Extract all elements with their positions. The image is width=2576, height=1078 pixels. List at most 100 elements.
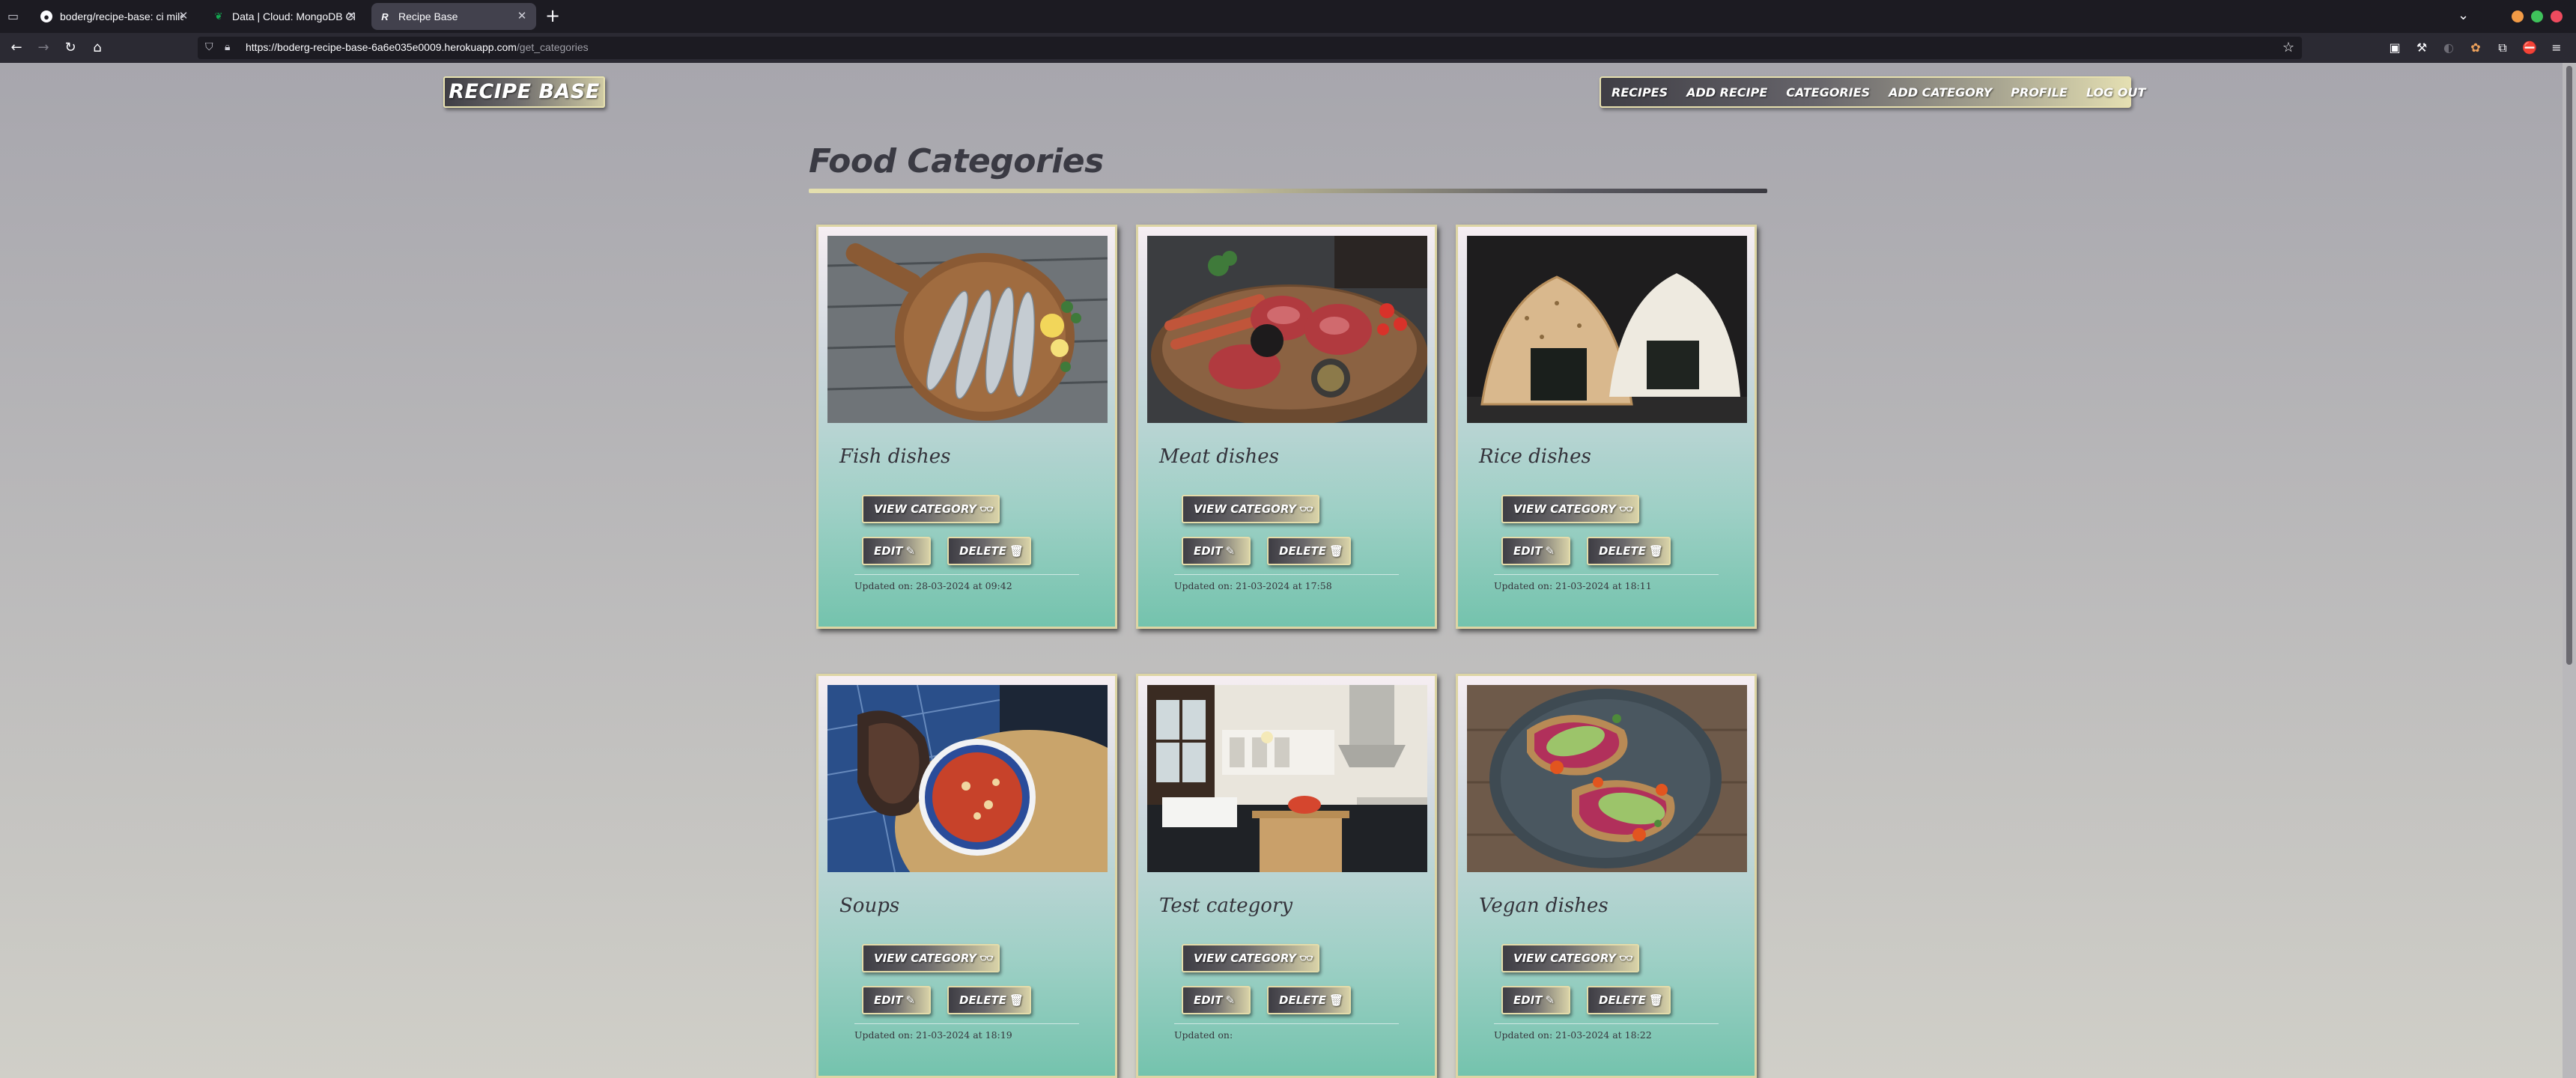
category-card: Rice dishes VIEW CATEGORY 👓︎ EDIT ✎ DELETE… bbox=[1456, 225, 1757, 629]
page-scrollbar[interactable] bbox=[2563, 63, 2576, 1078]
button-label: EDIT bbox=[1513, 544, 1543, 558]
edit-button[interactable]: EDIT ✎ bbox=[1182, 986, 1251, 1014]
maximize-icon[interactable] bbox=[2531, 10, 2543, 22]
button-label: EDIT bbox=[874, 544, 903, 558]
glasses-icon: 👓︎ bbox=[979, 502, 994, 516]
screenshot-icon[interactable]: ▣ bbox=[2386, 39, 2404, 57]
delete-button[interactable]: DELETE 🗑︎ bbox=[947, 986, 1031, 1014]
soup-photo bbox=[827, 685, 1108, 872]
edit-icon: ✎ bbox=[1545, 993, 1555, 1007]
button-label: VIEW CATEGORY bbox=[1194, 502, 1296, 516]
extensions-puzzle-icon[interactable]: ⧉ bbox=[2494, 39, 2512, 57]
edit-icon: ✎ bbox=[1225, 993, 1236, 1007]
url-text: https://boderg-recipe-base-6a6e035e0009.… bbox=[246, 41, 589, 53]
main-menu: RECIPES ADD RECIPE CATEGORIES ADD CATEGO… bbox=[1600, 76, 2145, 108]
back-icon[interactable]: ← bbox=[7, 39, 25, 57]
edit-icon: ✎ bbox=[1225, 544, 1236, 558]
meat-photo bbox=[1147, 236, 1427, 423]
rice-photo bbox=[1467, 236, 1747, 423]
category-card: Vegan dishes VIEW CATEGORY 👓︎ EDIT ✎ DELET… bbox=[1456, 674, 1757, 1078]
tab-recipe-base[interactable]: R Recipe Base ✕ bbox=[371, 3, 536, 30]
updated-date: Updated on: 21-03-2024 at 18:19 bbox=[854, 1029, 1012, 1041]
new-tab-icon[interactable]: + bbox=[544, 7, 562, 25]
edit-icon: ✎ bbox=[905, 544, 916, 558]
glasses-icon: 👓︎ bbox=[1618, 951, 1634, 965]
category-name: Vegan dishes bbox=[1479, 895, 1609, 917]
updated-date: Updated on: 21-03-2024 at 18:11 bbox=[1494, 580, 1652, 591]
updated-date: Updated on: 28-03-2024 at 09:42 bbox=[854, 580, 1012, 591]
lock-icon[interactable]: 🔒︎ bbox=[225, 41, 230, 53]
tab-github[interactable]: ● boderg/recipe-base: ci mile ✕ bbox=[33, 3, 198, 30]
button-label: VIEW CATEGORY bbox=[1513, 502, 1616, 516]
trash-icon: 🗑︎ bbox=[1328, 993, 1344, 1007]
edit-button[interactable]: EDIT ✎ bbox=[862, 537, 931, 565]
view-category-button[interactable]: VIEW CATEGORY 👓︎ bbox=[1182, 944, 1319, 972]
category-name: Soups bbox=[839, 895, 900, 917]
fish-photo bbox=[827, 236, 1108, 423]
site-logo[interactable]: RECIPE BASE bbox=[443, 76, 605, 108]
view-category-button[interactable]: VIEW CATEGORY 👓︎ bbox=[1501, 944, 1639, 972]
tab-title: boderg/recipe-base: ci mile bbox=[60, 10, 183, 22]
card-divider bbox=[854, 1023, 1079, 1024]
browser-nav-bar: ← → ↻ ⌂ ⛉ 🔒︎ https://boderg-recipe-base-… bbox=[0, 33, 2576, 63]
card-divider bbox=[1494, 574, 1719, 575]
menu-item-add-recipe[interactable]: ADD RECIPE bbox=[1686, 85, 1767, 100]
url-bar[interactable]: ⛉ 🔒︎ https://boderg-recipe-base-6a6e035e… bbox=[198, 37, 2302, 59]
title-underline bbox=[809, 189, 1767, 193]
button-label: EDIT bbox=[1194, 993, 1223, 1007]
adblock-icon[interactable]: ⛔ bbox=[2521, 39, 2539, 57]
menu-item-log-out[interactable]: LOG OUT bbox=[2086, 85, 2145, 100]
delete-button[interactable]: DELETE 🗑︎ bbox=[1267, 986, 1351, 1014]
bookmark-star-icon[interactable]: ☆ bbox=[2282, 40, 2294, 55]
close-window-icon[interactable] bbox=[2551, 10, 2563, 22]
menu-item-profile[interactable]: PROFILE bbox=[2011, 85, 2068, 100]
edit-button[interactable]: EDIT ✎ bbox=[862, 986, 931, 1014]
edit-button[interactable]: EDIT ✎ bbox=[1501, 537, 1570, 565]
menu-item-categories[interactable]: CATEGORIES bbox=[1786, 85, 1870, 100]
shield-icon[interactable]: ⛉ bbox=[205, 41, 213, 53]
card-divider bbox=[1174, 574, 1399, 575]
trash-icon: 🗑︎ bbox=[1009, 544, 1024, 558]
tools-wrench-icon[interactable]: ⚒ bbox=[2413, 39, 2431, 57]
delete-button[interactable]: DELETE 🗑︎ bbox=[947, 537, 1031, 565]
close-icon[interactable]: ✕ bbox=[344, 10, 358, 23]
category-name: Test category bbox=[1159, 895, 1293, 917]
card-divider bbox=[1174, 1023, 1399, 1024]
delete-button[interactable]: DELETE 🗑︎ bbox=[1587, 986, 1671, 1014]
button-label: VIEW CATEGORY bbox=[874, 502, 976, 516]
view-category-button[interactable]: VIEW CATEGORY 👓︎ bbox=[1501, 495, 1639, 523]
delete-button[interactable]: DELETE 🗑︎ bbox=[1267, 537, 1351, 565]
tab-mongodb[interactable]: ❦ Data | Cloud: MongoDB Clo ✕ bbox=[205, 3, 365, 30]
close-icon[interactable]: ✕ bbox=[177, 10, 190, 23]
edit-button[interactable]: EDIT ✎ bbox=[1182, 537, 1251, 565]
button-label: DELETE bbox=[1279, 544, 1326, 558]
reload-icon[interactable]: ↻ bbox=[61, 39, 79, 57]
menu-item-add-category[interactable]: ADD CATEGORY bbox=[1889, 85, 1992, 100]
button-label: EDIT bbox=[1194, 544, 1223, 558]
scrollbar-thumb[interactable] bbox=[2566, 66, 2572, 665]
home-icon[interactable]: ⌂ bbox=[88, 39, 106, 57]
github-icon: ● bbox=[40, 10, 52, 22]
edit-icon: ✎ bbox=[905, 993, 916, 1007]
minimize-icon[interactable] bbox=[2512, 10, 2524, 22]
edit-button[interactable]: EDIT ✎ bbox=[1501, 986, 1570, 1014]
view-category-button[interactable]: VIEW CATEGORY 👓︎ bbox=[862, 944, 1000, 972]
glasses-icon: 👓︎ bbox=[979, 951, 994, 965]
card-divider bbox=[854, 574, 1079, 575]
web-page: RECIPE BASE RECIPES ADD RECIPE CATEGORIE… bbox=[0, 63, 2563, 1078]
forward-icon[interactable]: → bbox=[34, 39, 52, 57]
button-label: DELETE bbox=[959, 544, 1006, 558]
trash-icon: 🗑︎ bbox=[1648, 993, 1664, 1007]
view-category-button[interactable]: VIEW CATEGORY 👓︎ bbox=[1182, 495, 1319, 523]
extension-color-icon[interactable]: ✿ bbox=[2467, 39, 2485, 57]
close-icon[interactable]: ✕ bbox=[515, 10, 529, 23]
button-label: VIEW CATEGORY bbox=[1194, 951, 1296, 965]
delete-button[interactable]: DELETE 🗑︎ bbox=[1587, 537, 1671, 565]
extension-dark-icon[interactable]: ◐ bbox=[2440, 39, 2458, 57]
tab-list-icon[interactable]: ▭ bbox=[7, 9, 22, 24]
chevron-down-icon[interactable]: ⌄ bbox=[2458, 7, 2469, 23]
view-category-button[interactable]: VIEW CATEGORY 👓︎ bbox=[862, 495, 1000, 523]
button-label: VIEW CATEGORY bbox=[874, 951, 976, 965]
menu-item-recipes[interactable]: RECIPES bbox=[1611, 85, 1668, 100]
menu-hamburger-icon[interactable]: ≡ bbox=[2548, 39, 2566, 57]
